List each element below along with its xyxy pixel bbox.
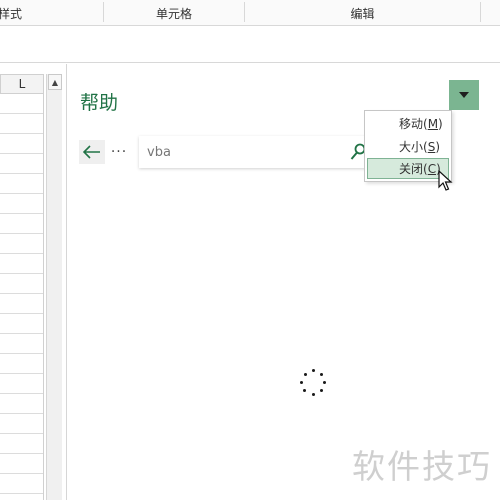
menu-item-close[interactable]: 关闭(C) bbox=[367, 158, 449, 179]
pane-title: 帮助 bbox=[80, 92, 119, 114]
search-input[interactable]: vba bbox=[139, 136, 369, 168]
ribbon-group-styles: 样式 bbox=[0, 0, 32, 26]
ribbon-group-editing: 编辑 bbox=[245, 0, 480, 26]
menu-item-accelerator: M bbox=[427, 116, 439, 131]
column-header-l[interactable]: L bbox=[0, 74, 44, 94]
menu-item-accelerator: C bbox=[427, 161, 437, 176]
menu-item-move[interactable]: 移动(M) bbox=[367, 113, 449, 134]
loading-spinner-icon bbox=[297, 367, 329, 399]
ribbon-group-cells-label: 单元格 bbox=[155, 6, 192, 21]
menu-item-size[interactable]: 大小(S) bbox=[367, 136, 449, 157]
ribbon-group-editing-label: 编辑 bbox=[350, 6, 375, 21]
menu-item-label: 大小( bbox=[399, 140, 428, 154]
ellipsis-icon: ··· bbox=[110, 144, 128, 160]
back-button[interactable] bbox=[79, 140, 105, 164]
cell-grid[interactable] bbox=[0, 94, 44, 500]
arrow-left-icon bbox=[83, 145, 100, 159]
menu-item-accelerator: S bbox=[427, 139, 436, 154]
ribbon-group-styles-label: 样式 bbox=[0, 6, 23, 21]
scroll-up-arrow-icon: ▲ bbox=[51, 77, 59, 87]
ribbon-group-labels: 样式 单元格 编辑 bbox=[0, 0, 500, 26]
menu-item-label: 关闭( bbox=[399, 162, 428, 176]
pane-options-button[interactable] bbox=[449, 80, 479, 110]
formula-bar-area bbox=[0, 27, 500, 63]
ribbon-group-cells: 单元格 bbox=[104, 0, 244, 26]
search-input-value: vba bbox=[147, 144, 171, 160]
worksheet-area: L ▲ bbox=[0, 64, 66, 500]
more-button[interactable]: ··· bbox=[107, 140, 131, 164]
menu-item-label-end: ) bbox=[435, 139, 440, 154]
menu-item-label-end: ) bbox=[438, 116, 443, 131]
menu-item-label: 移动( bbox=[399, 117, 428, 131]
scroll-up-button[interactable]: ▲ bbox=[48, 74, 62, 90]
chevron-down-icon bbox=[459, 92, 469, 98]
watermark: 软件技巧 bbox=[352, 447, 492, 486]
vertical-scrollbar[interactable]: ▲ bbox=[46, 74, 62, 500]
ribbon-divider bbox=[480, 2, 481, 22]
mouse-pointer-icon bbox=[438, 170, 453, 191]
